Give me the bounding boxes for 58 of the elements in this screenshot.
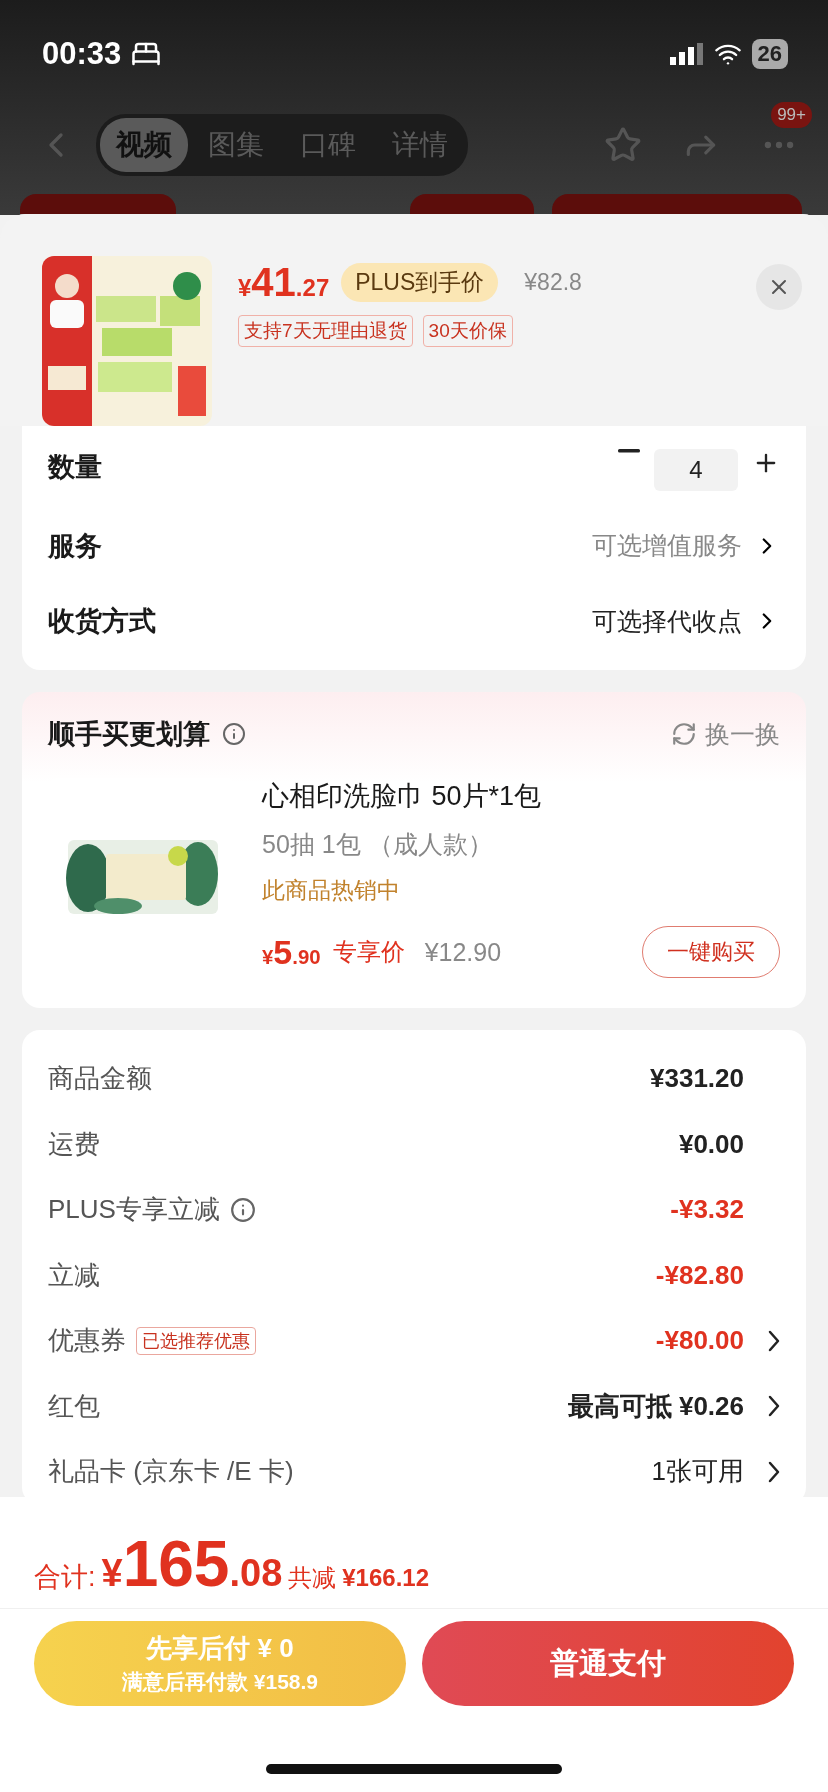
summary-label: 运费 [48,1127,100,1161]
summary-label: 商品金额 [48,1062,152,1096]
service-tag: 30天价保 [422,315,513,347]
option-label: 收货方式 [48,605,156,638]
option-value[interactable]: 可选增值服务 [592,529,742,562]
close-button[interactable] [756,264,802,310]
summary-label: 红包 [48,1389,100,1423]
product-spec: 50抽 1包 （成人款） [262,829,494,860]
info-icon[interactable] [229,1196,256,1223]
summary-value[interactable]: 1张可用 [651,1454,744,1490]
star-icon[interactable] [604,126,642,164]
deal-price: ¥5.90 [262,932,321,972]
chevron-icon [768,1329,780,1352]
summary-value: ¥0.00 [678,1128,744,1160]
saved-label: 共减 [288,1563,337,1593]
summary-value: -¥3.32 [670,1194,744,1226]
saved-amount: ¥166.12 [342,1564,430,1592]
tab[interactable]: 口碑 [284,118,372,172]
summary-value[interactable]: 最高可抵 ¥0.26 [567,1388,744,1424]
refresh-icon [671,721,697,747]
plus-price-badge: PLUS到手价 [341,263,499,302]
info-icon[interactable] [222,722,246,746]
pay-button[interactable]: 普通支付 [422,1621,794,1706]
summary-label: 礼品卡 (京东卡 /E 卡) [48,1455,294,1489]
refresh-link[interactable]: 换一换 [671,717,780,751]
summary-value: -¥82.80 [655,1259,744,1291]
option-value[interactable]: 可选择代收点 [592,604,742,638]
plus-price: ¥41.27 [238,260,330,305]
section-title: 顺手买更划算 [48,718,210,751]
coupon-tag: 已选推荐优惠 [136,1326,256,1355]
original-price: ¥82.8 [524,269,582,296]
quantity-field[interactable]: 4 [654,449,738,491]
chevron-icon [768,1460,780,1483]
signal-icon [669,43,704,65]
option-label: 服务 [48,529,102,563]
summary-value[interactable]: -¥80.00 [655,1325,744,1357]
status-time: 00:33 [42,36,122,72]
summary-value: ¥331.20 [650,1063,744,1095]
tab[interactable]: 视频 [100,118,188,172]
minus-button[interactable] [618,449,640,453]
product-name: 心相印洗脸巾 50片*1包 [262,780,543,813]
service-tag: 支持7天无理由退货 [238,315,413,347]
chevron-icon [768,1395,780,1418]
original-price: ¥12.90 [424,937,502,967]
battery-level: 26 [751,39,788,69]
total-price: ¥165.08 [101,1527,283,1601]
minus-icon [618,449,640,453]
total-label: 合计: [34,1561,96,1594]
hot-sale-label: 此商品热销中 [262,876,401,905]
summary-label: 优惠券 [48,1324,126,1358]
option-label: 数量 [48,451,102,484]
summary-label: PLUS专享立减 [48,1193,220,1227]
tab[interactable]: 详情 [376,118,464,172]
summary-label: 立减 [48,1258,100,1292]
notification-badge: 99+ [771,102,812,128]
price-label: 专享价 [332,937,405,967]
buy-button[interactable]: 一键购买 [642,926,780,978]
tab[interactable]: 图集 [192,118,280,172]
